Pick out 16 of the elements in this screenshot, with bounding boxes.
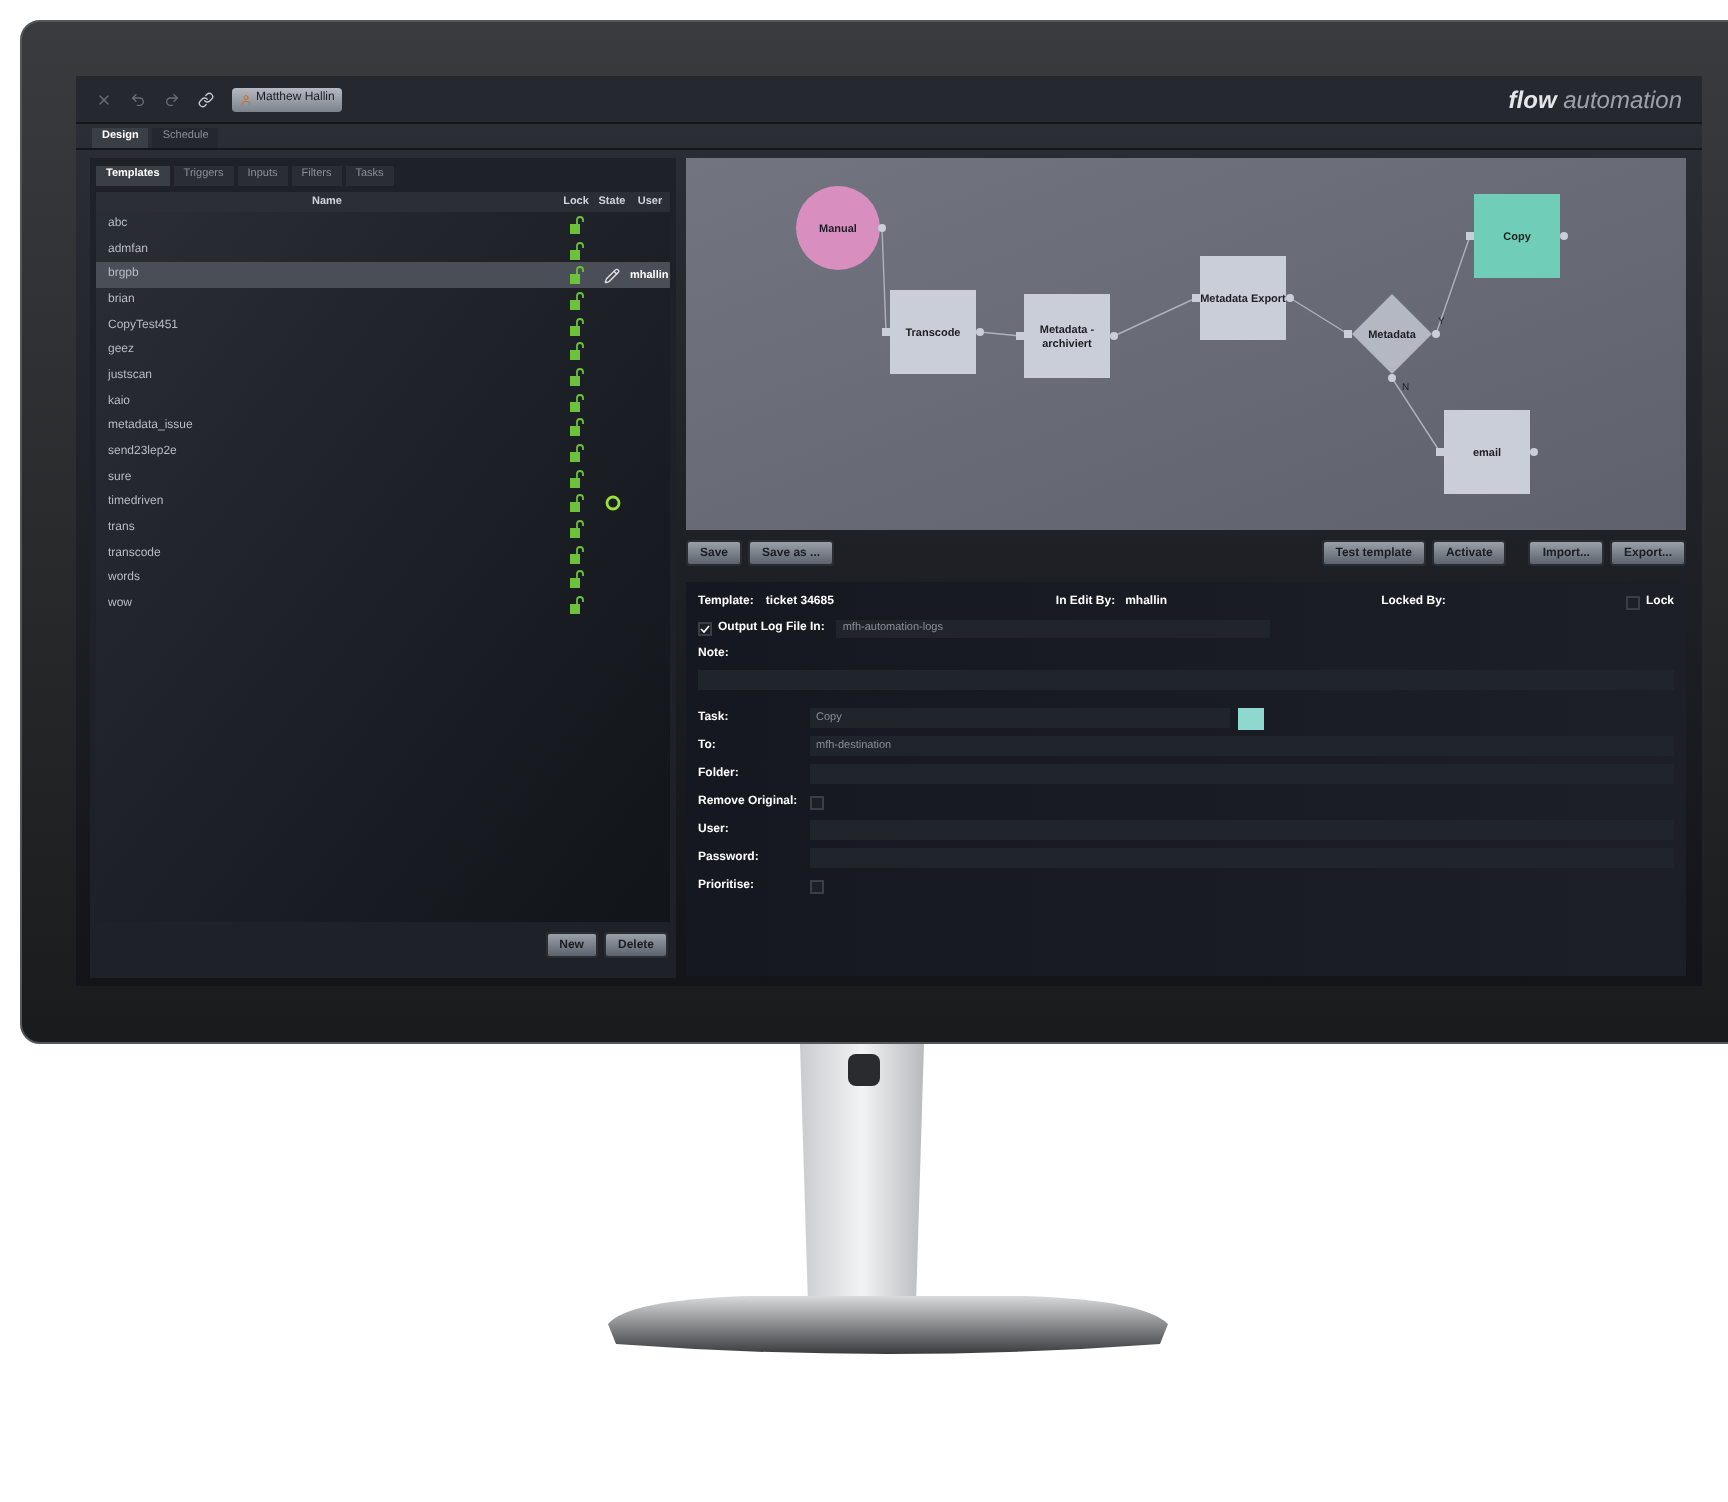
option-checkbox[interactable] (810, 795, 824, 809)
connector-line (1289, 297, 1349, 335)
option-checkbox[interactable] (810, 879, 824, 893)
undo-icon[interactable] (130, 91, 146, 107)
connector-line (881, 227, 887, 333)
user-icon (240, 93, 252, 105)
link-icon[interactable] (198, 91, 214, 107)
app-logo: flow automation (1508, 87, 1682, 111)
redo-icon[interactable] (164, 91, 180, 107)
connector-line (1113, 297, 1197, 337)
lock-checkbox[interactable] (1625, 595, 1640, 609)
connector-line (1435, 235, 1471, 335)
close-icon[interactable] (96, 91, 112, 107)
connector-line (979, 331, 1021, 337)
connector-line (1391, 377, 1441, 453)
output-log-checkbox[interactable] (698, 621, 712, 635)
